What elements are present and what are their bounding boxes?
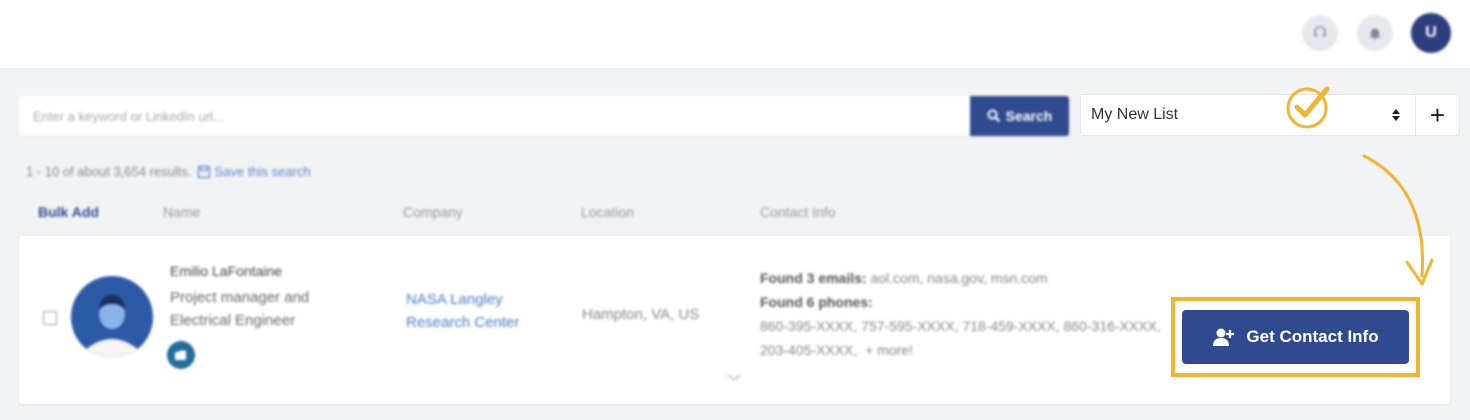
bulk-add-header[interactable]: Bulk Add [38, 204, 99, 220]
top-bar: U [0, 0, 1470, 68]
phones-value: 860-395-XXXX, 757-595-XXXX, 718-459-XXXX… [760, 318, 1161, 358]
contact-name[interactable]: Emilio LaFontaine [170, 263, 282, 279]
location-header: Location [581, 204, 634, 220]
notifications-button[interactable] [1357, 15, 1393, 51]
results-count: 1 - 10 of about 3,654 results. [26, 164, 192, 179]
linkedin-profile-button[interactable] [167, 341, 195, 369]
list-select[interactable]: My New List [1080, 94, 1416, 136]
user-avatar[interactable]: U [1411, 13, 1451, 53]
emails-label: Found 3 emails: [760, 270, 867, 286]
list-select-value: My New List [1091, 106, 1179, 123]
company-header: Company [403, 204, 463, 220]
company-link[interactable]: NASA Langley Research Center [406, 288, 556, 334]
emails-value: aol.com, nasa.gov, msn.com [870, 270, 1048, 286]
search-button[interactable]: Search [970, 96, 1069, 136]
chevron-down-icon[interactable] [727, 374, 741, 382]
get-contact-info-label: Get Contact Info [1246, 327, 1379, 346]
row-checkbox[interactable] [43, 311, 57, 325]
phones-values: 860-395-XXXX, 757-595-XXXX, 718-459-XXXX… [760, 314, 1180, 362]
emails-line: Found 3 emails: aol.com, nasa.gov, msn.c… [760, 266, 1180, 290]
get-contact-info-button[interactable]: Get Contact Info [1182, 310, 1409, 364]
contact-info: Found 3 emails: aol.com, nasa.gov, msn.c… [760, 266, 1180, 362]
phones-line: Found 6 phones: [760, 290, 1180, 314]
headset-icon [1314, 26, 1326, 37]
name-header: Name [163, 204, 201, 220]
search-button-label: Search [1005, 108, 1053, 124]
checkmark-annotation-icon [1286, 86, 1330, 129]
save-search-link[interactable]: Save this search [197, 164, 311, 179]
contact-title: Project manager and Electrical Engineer [170, 289, 310, 329]
phones-label: Found 6 phones: [760, 294, 873, 310]
sort-arrows-icon [1392, 109, 1400, 121]
save-icon [197, 165, 210, 178]
results-summary: 1 - 10 of about 3,654 results. Save this… [26, 164, 311, 179]
save-search-label: Save this search [214, 164, 311, 179]
arrow-annotation-icon [1362, 154, 1434, 286]
contact-info-header: Contact Info [760, 204, 836, 220]
search-icon [987, 109, 1000, 123]
linkedin-icon [175, 350, 186, 360]
contact-location: Hampton, VA, US [582, 306, 700, 323]
support-button[interactable] [1302, 15, 1338, 51]
profile-photo [71, 276, 153, 358]
add-list-label: + [1429, 100, 1446, 130]
bell-icon [1370, 28, 1380, 40]
add-list-button[interactable]: + [1416, 94, 1460, 136]
user-initial: U [1425, 24, 1437, 41]
add-user-icon [1213, 328, 1235, 346]
more-phones-link[interactable]: + more! [865, 342, 913, 358]
search-bar: Search [19, 96, 1069, 136]
search-input[interactable] [19, 96, 971, 136]
